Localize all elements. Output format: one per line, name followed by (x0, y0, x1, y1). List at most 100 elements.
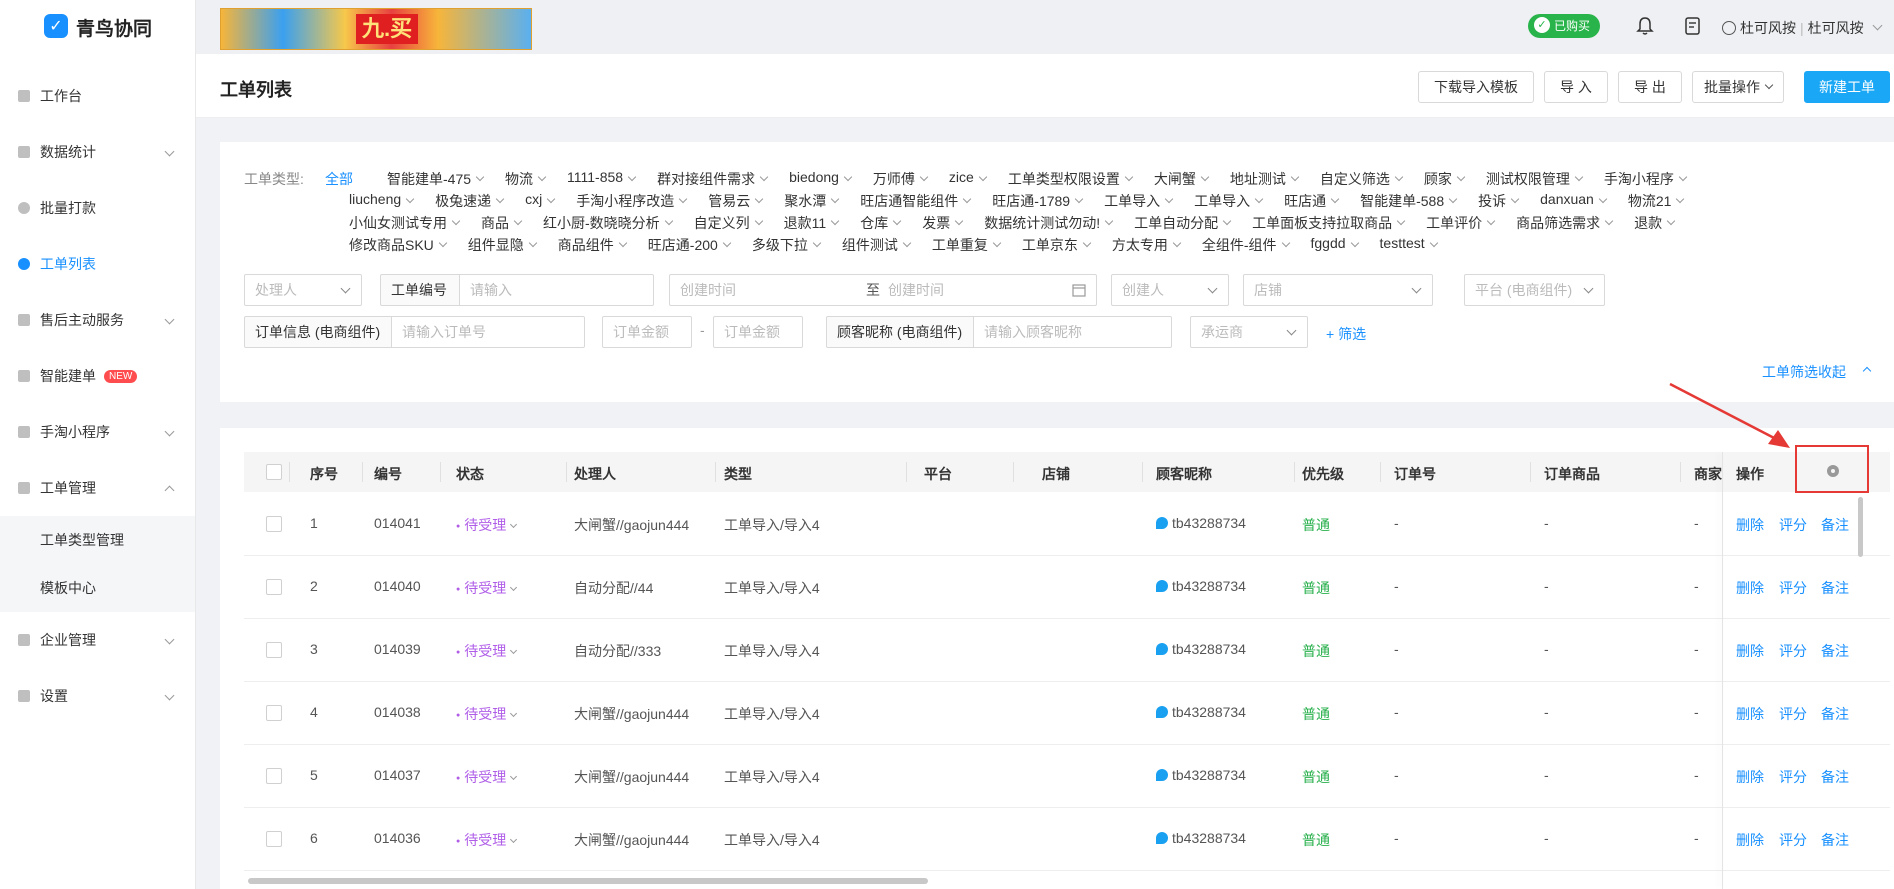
type-option[interactable]: 组件显隐 (468, 235, 536, 255)
table-row[interactable]: 3 014039 待受理 自动分配//333 工单导入/导入4 tb432887… (244, 619, 1890, 682)
type-option[interactable]: 智能建单-475 (387, 169, 483, 189)
type-option[interactable]: cxj (525, 191, 554, 211)
rate-button[interactable]: 评分 (1779, 767, 1807, 787)
sidebar-item-statistics[interactable]: 数据统计 (0, 124, 195, 180)
rate-button[interactable]: 评分 (1779, 704, 1807, 724)
creator-select[interactable]: 创建人 (1111, 274, 1229, 306)
type-option[interactable]: 工单导入 (1194, 191, 1262, 211)
type-option[interactable]: danxuan (1540, 191, 1606, 211)
sidebar-item-ticket-management[interactable]: 工单管理 (0, 460, 195, 516)
type-option[interactable]: 工单类型权限设置 (1008, 169, 1132, 189)
type-option[interactable]: 商品筛选需求 (1516, 213, 1612, 233)
type-option[interactable]: 测试权限管理 (1486, 169, 1582, 189)
buyer-nick-input[interactable]: 请输入顾客昵称 (973, 316, 1172, 348)
type-option[interactable]: 群对接组件需求 (657, 169, 767, 189)
sidebar-item-aftersale-service[interactable]: 售后主动服务 (0, 292, 195, 348)
table-row[interactable]: 6 014036 待受理 大闸蟹//gaojun444 工单导入/导入4 tb4… (244, 808, 1890, 871)
type-option[interactable]: 地址测试 (1230, 169, 1298, 189)
type-option[interactable]: testtest (1380, 235, 1437, 255)
type-option[interactable]: 自定义筛选 (1320, 169, 1402, 189)
remark-button[interactable]: 备注 (1821, 578, 1849, 598)
status-dropdown[interactable]: 待受理 (456, 767, 518, 787)
rate-button[interactable]: 评分 (1779, 830, 1807, 850)
type-option[interactable]: 全组件-组件 (1202, 235, 1289, 255)
handler-select[interactable]: 处理人 (244, 274, 362, 306)
row-checkbox[interactable] (266, 642, 282, 658)
created-time-range[interactable]: 创建时间 至 创建时间 (669, 274, 1097, 306)
sidebar-item-taobao-miniapp[interactable]: 手淘小程序 (0, 404, 195, 460)
type-option[interactable]: 方太专用 (1112, 235, 1180, 255)
type-option[interactable]: 组件测试 (842, 235, 910, 255)
logo[interactable]: ✓ 青鸟协同 (0, 0, 195, 54)
type-option[interactable]: 极兔速递 (435, 191, 503, 211)
delete-button[interactable]: 删除 (1736, 767, 1764, 787)
document-icon[interactable] (1684, 16, 1702, 36)
shop-select[interactable]: 店铺 (1243, 274, 1433, 306)
type-option[interactable]: 投诉 (1478, 191, 1518, 211)
type-option[interactable]: 工单重复 (932, 235, 1000, 255)
horizontal-scrollbar[interactable] (248, 878, 928, 884)
import-button[interactable]: 导 入 (1544, 71, 1608, 103)
amount-min-input[interactable]: 订单金额 (602, 316, 692, 348)
type-option[interactable]: 数据统计测试勿动! (984, 213, 1112, 233)
type-option[interactable]: 旺店通智能组件 (860, 191, 970, 211)
type-option[interactable]: liucheng (349, 191, 413, 211)
select-all-checkbox[interactable] (266, 464, 282, 480)
promo-banner[interactable]: 九.买 (220, 8, 532, 50)
order-number-input[interactable]: 请输入订单号 (391, 316, 585, 348)
row-checkbox[interactable] (266, 516, 282, 532)
row-checkbox[interactable] (266, 831, 282, 847)
remark-button[interactable]: 备注 (1821, 830, 1849, 850)
sidebar-item-ticket-list[interactable]: 工单列表 (0, 236, 195, 292)
sidebar-item-smart-create[interactable]: 智能建单 NEW (0, 348, 195, 404)
rate-button[interactable]: 评分 (1779, 515, 1807, 535)
export-button[interactable]: 导 出 (1618, 71, 1682, 103)
vertical-scrollbar[interactable] (1858, 497, 1863, 557)
type-option[interactable]: 智能建单-588 (1360, 191, 1456, 211)
batch-operation-button[interactable]: 批量操作 (1692, 71, 1784, 103)
delete-button[interactable]: 删除 (1736, 704, 1764, 724)
sidebar-subitem-ticket-types[interactable]: 工单类型管理 (0, 516, 195, 564)
status-dropdown[interactable]: 待受理 (456, 641, 518, 661)
delete-button[interactable]: 删除 (1736, 515, 1764, 535)
type-option[interactable]: 管易云 (708, 191, 762, 211)
type-option[interactable]: 工单评价 (1426, 213, 1494, 233)
type-option[interactable]: 1111-858 (567, 169, 635, 189)
type-option[interactable]: 退款 (1634, 213, 1674, 233)
row-checkbox[interactable] (266, 768, 282, 784)
type-option[interactable]: 万师傅 (873, 169, 927, 189)
type-option[interactable]: 工单面板支持拉取商品 (1252, 213, 1404, 233)
sidebar-item-company[interactable]: 企业管理 (0, 612, 195, 668)
remark-button[interactable]: 备注 (1821, 767, 1849, 787)
gear-icon[interactable] (1827, 465, 1839, 477)
status-dropdown[interactable]: 待受理 (456, 515, 518, 535)
type-option[interactable]: 物流21 (1628, 191, 1684, 211)
delete-button[interactable]: 删除 (1736, 830, 1764, 850)
create-ticket-button[interactable]: 新建工单 (1804, 71, 1890, 103)
download-template-button[interactable]: 下载导入模板 (1418, 71, 1534, 103)
table-row[interactable]: 4 014038 待受理 大闸蟹//gaojun444 工单导入/导入4 tb4… (244, 682, 1890, 745)
sidebar-item-workbench[interactable]: 工作台 (0, 68, 195, 124)
type-option[interactable]: 聚水潭 (784, 191, 838, 211)
table-row[interactable]: 1 014041 待受理 大闸蟹//gaojun444 工单导入/导入4 tb4… (244, 493, 1890, 556)
delete-button[interactable]: 删除 (1736, 578, 1764, 598)
row-checkbox[interactable] (266, 705, 282, 721)
type-option[interactable]: 工单京东 (1022, 235, 1090, 255)
rate-button[interactable]: 评分 (1779, 641, 1807, 661)
type-option[interactable]: 工单自动分配 (1134, 213, 1230, 233)
remark-button[interactable]: 备注 (1821, 641, 1849, 661)
type-option[interactable]: 手淘小程序改造 (576, 191, 686, 211)
status-dropdown[interactable]: 待受理 (456, 578, 518, 598)
amount-max-input[interactable]: 订单金额 (713, 316, 803, 348)
delete-button[interactable]: 删除 (1736, 641, 1764, 661)
type-option[interactable]: 修改商品SKU (349, 235, 446, 255)
type-option[interactable]: 工单导入 (1104, 191, 1172, 211)
sidebar-subitem-template-center[interactable]: 模板中心 (0, 564, 195, 612)
type-option[interactable]: biedong (789, 169, 851, 189)
type-option[interactable]: 全部 (325, 169, 365, 189)
type-option[interactable]: fggdd (1311, 235, 1358, 255)
type-option[interactable]: 旺店通 (1284, 191, 1338, 211)
type-option[interactable]: 自定义列 (694, 213, 762, 233)
type-option[interactable]: zice (949, 169, 986, 189)
purchased-badge[interactable]: 已购买 (1528, 14, 1601, 38)
